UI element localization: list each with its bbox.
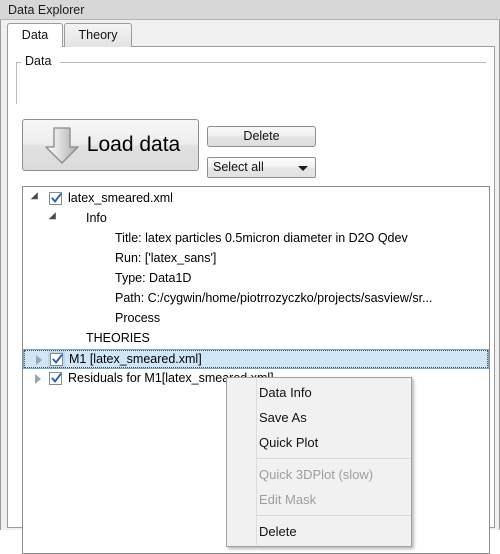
checkmark-icon: [51, 193, 62, 203]
groupbox-label: Data: [23, 54, 54, 68]
tree-row[interactable]: Run: ['latex_sans']: [23, 249, 489, 269]
tree-row-label: THEORIES: [86, 331, 150, 345]
chevron-down-icon: [298, 166, 308, 171]
groupbox-border-vertical: [16, 62, 17, 104]
tree-row-label: Run: ['latex_sans']: [115, 251, 217, 265]
tree-expand-arrow-open-icon[interactable]: [48, 212, 60, 223]
tree-row[interactable]: THEORIES: [23, 329, 489, 349]
tree-row-label: Info: [86, 211, 107, 225]
window-title: Data Explorer: [8, 3, 85, 17]
groupbox-border-right-segment: [60, 62, 486, 63]
tree-row[interactable]: Type: Data1D: [23, 269, 489, 289]
tree-row-label: latex_smeared.xml: [68, 191, 173, 205]
download-arrow-icon: [45, 127, 79, 164]
context-menu-item-data-info[interactable]: Data Info: [227, 380, 411, 405]
window-body: Data Theory Data Load data Delete Select…: [0, 20, 500, 554]
tree-row[interactable]: latex_smeared.xml: [23, 189, 489, 209]
tree-row-label: Process: [115, 311, 161, 325]
tree-row-label: Path: C:/cygwin/home/piotrrozyczko/proje…: [115, 291, 433, 305]
tree-row-label: Title: latex particles 0.5micron diamete…: [115, 231, 408, 245]
tab-theory[interactable]: Theory: [64, 23, 132, 47]
checkmark-icon: [52, 354, 63, 364]
select-all-value: Select all: [213, 160, 264, 174]
tree-row[interactable]: Process: [23, 309, 489, 329]
tab-data[interactable]: Data: [7, 23, 63, 47]
select-all-dropdown[interactable]: Select all: [207, 157, 316, 178]
tree-row-checkbox[interactable]: [49, 372, 62, 385]
context-menu-item-quick-plot[interactable]: Quick Plot: [227, 430, 411, 455]
delete-button[interactable]: Delete: [207, 126, 316, 147]
tab-page-data: Data Load data Delete Select all latex_s…: [7, 46, 495, 554]
tree-row-checkbox[interactable]: [48, 351, 65, 368]
load-data-button[interactable]: Load data: [22, 119, 199, 171]
context-menu-item-delete[interactable]: Delete: [227, 519, 411, 544]
load-data-label: Load data: [86, 133, 181, 156]
context-menu-item-edit-mask: Edit Mask: [259, 492, 317, 507]
window-titlebar: Data Explorer: [0, 0, 500, 20]
tree-row[interactable]: M1 [latex_smeared.xml]: [23, 349, 489, 369]
context-menu-separator: [257, 458, 411, 459]
tab-bar: Data Theory: [7, 23, 495, 47]
tree-expand-arrow-closed-icon[interactable]: [35, 374, 41, 384]
tree-row[interactable]: Title: latex particles 0.5micron diamete…: [23, 229, 489, 249]
data-groupbox: Data: [16, 54, 486, 104]
context-menu-separator: [257, 515, 411, 516]
context-menu-item-quick-3dplot-slow: Quick 3DPlot (slow): [259, 467, 374, 482]
context-menu[interactable]: Data Info Save As Quick Plot Quick 3DPlot (…: [226, 377, 412, 547]
tree-row-label: Type: Data1D: [115, 271, 192, 285]
checkmark-icon: [51, 373, 62, 383]
tree-row-checkbox[interactable]: [49, 192, 62, 205]
tree-expand-arrow-open-icon[interactable]: [30, 192, 42, 203]
tree-row-label: M1 [latex_smeared.xml]: [69, 352, 202, 366]
tree-expand-arrow-closed-icon[interactable]: [36, 355, 42, 365]
tree-row[interactable]: Path: C:/cygwin/home/piotrrozyczko/proje…: [23, 289, 489, 309]
tree-row[interactable]: Info: [23, 209, 489, 229]
context-menu-item-save-as[interactable]: Save As: [227, 405, 411, 430]
